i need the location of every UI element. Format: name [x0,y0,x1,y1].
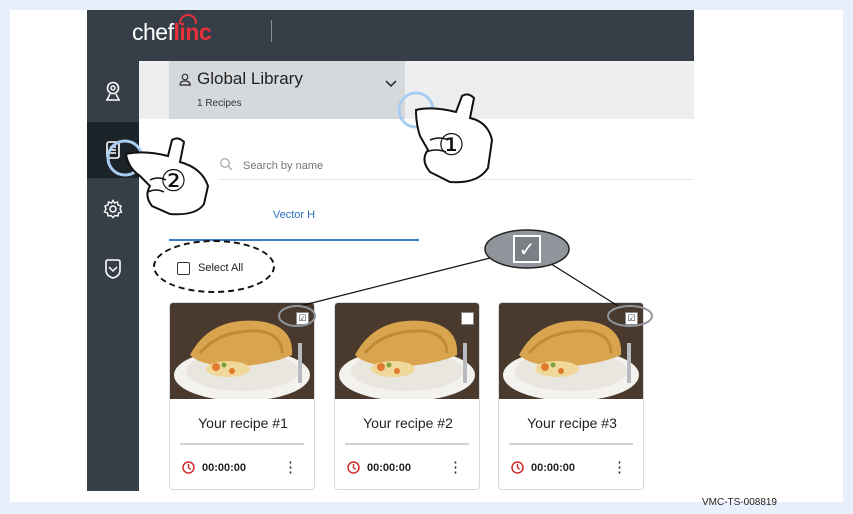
step-1-marker: ① [438,128,465,163]
instruction-overlay [106,91,653,327]
card-checkbox-highlight [607,305,653,327]
document-id: VMC-TS-008819 [701,497,777,508]
callout-line [295,255,499,308]
callout-line [547,261,619,307]
step-2-marker: ② [160,164,187,199]
zoom-check-mark: ✓ [518,237,536,261]
card-checkbox-highlight [278,305,316,327]
